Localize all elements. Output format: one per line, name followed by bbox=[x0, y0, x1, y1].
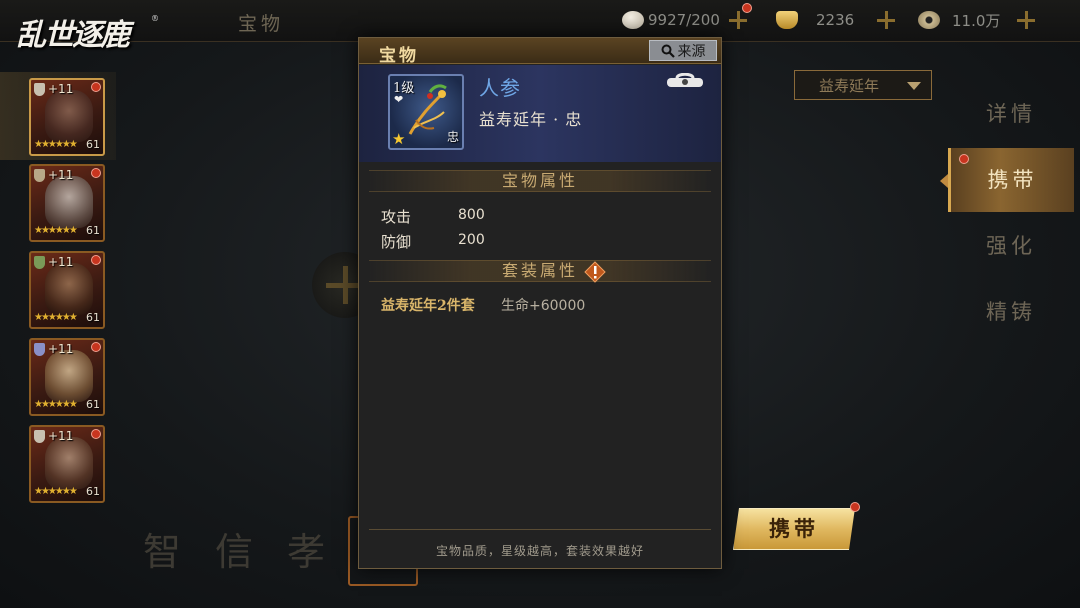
add-stamina-button[interactable] bbox=[728, 10, 748, 30]
source-button-label: 来源 bbox=[677, 43, 706, 60]
notification-dot bbox=[91, 429, 101, 439]
hero-enhance-level: +11 bbox=[48, 429, 74, 443]
hero-portrait bbox=[45, 263, 93, 315]
notification-dot bbox=[91, 82, 101, 92]
hero-enhance-level: +11 bbox=[48, 168, 74, 182]
hero-card[interactable]: +11 ★★★★★★ 61 bbox=[29, 425, 105, 503]
item-name: 人参 bbox=[479, 76, 521, 100]
treasure-attributes-title: 宝物属性 bbox=[369, 170, 711, 192]
screen-title: 宝物 bbox=[238, 13, 285, 35]
attack-value: 800 bbox=[458, 207, 485, 223]
gold-value: 2236 bbox=[816, 11, 855, 29]
lock-toggle-icon[interactable] bbox=[665, 73, 705, 89]
hero-stars: ★★★★★★ bbox=[34, 312, 78, 323]
hero-enhance-level: +11 bbox=[48, 255, 74, 269]
top-bar: 乱世逐鹿 ® 宝物 9927/200 2236 11.0万 bbox=[0, 0, 1080, 53]
resource-stamina: 9927/200 bbox=[622, 3, 752, 31]
sword-icon bbox=[34, 169, 45, 182]
hero-level: 61 bbox=[86, 485, 100, 498]
copper-coin-icon bbox=[918, 11, 940, 29]
hero-card[interactable]: +11 ★★★★★★ 61 bbox=[29, 164, 105, 242]
gold-ingot-icon bbox=[776, 11, 798, 29]
attack-label: 攻击 bbox=[381, 208, 412, 226]
defense-label: 防御 bbox=[381, 233, 412, 251]
shield-icon bbox=[34, 83, 45, 96]
notification-dot bbox=[959, 154, 969, 164]
hero-stars: ★★★★★★ bbox=[34, 399, 78, 410]
hero-portrait bbox=[45, 176, 93, 228]
logo-registered-mark: ® bbox=[151, 14, 159, 23]
hero-card[interactable]: +11 ★★★★★★ 61 bbox=[29, 338, 105, 416]
tab-label: 详情 bbox=[986, 102, 1036, 126]
suit-filter-dropdown[interactable]: 益寿延年 bbox=[794, 70, 932, 100]
source-button[interactable]: 来源 bbox=[649, 40, 717, 61]
search-icon bbox=[661, 44, 675, 58]
hero-portrait bbox=[45, 350, 93, 402]
hero-level: 61 bbox=[86, 311, 100, 324]
hero-portrait bbox=[45, 90, 93, 142]
divider bbox=[369, 529, 711, 530]
resource-coins: 11.0万 bbox=[918, 9, 1036, 31]
tab-label: 强化 bbox=[986, 234, 1036, 258]
notification-dot bbox=[742, 3, 752, 13]
hero-enhance-level: +11 bbox=[48, 82, 74, 96]
warning-icon[interactable] bbox=[584, 261, 606, 283]
star-icon: ★ bbox=[392, 130, 406, 148]
item-loyalty-badge: 忠 bbox=[446, 130, 459, 144]
tab-strengthen[interactable]: 强化 bbox=[948, 214, 1074, 278]
tab-refine[interactable]: 精铸 bbox=[948, 280, 1074, 344]
steamed-bun-icon bbox=[622, 11, 644, 29]
heart-icon: ❤ bbox=[394, 93, 404, 106]
active-tab-arrow-icon bbox=[940, 174, 948, 188]
tab-label: 携带 bbox=[987, 168, 1038, 192]
bow-icon bbox=[34, 343, 45, 356]
tab-details[interactable]: 详情 bbox=[948, 82, 1074, 146]
sword-icon bbox=[34, 256, 45, 269]
treasure-slot-trust[interactable]: 信 bbox=[200, 518, 268, 586]
popup-title: 宝物 bbox=[379, 46, 419, 66]
coins-value: 11.0万 bbox=[952, 11, 1001, 30]
hero-card[interactable]: +11 ★★★★★★ 61 bbox=[29, 251, 105, 329]
item-suit-line: 益寿延年 · 忠 bbox=[479, 110, 583, 129]
add-gold-button[interactable] bbox=[876, 10, 896, 30]
tab-carry[interactable]: 携带 bbox=[948, 148, 1074, 212]
hero-level: 61 bbox=[86, 398, 100, 411]
hero-card[interactable]: +11 ★★★★★★ 61 bbox=[29, 78, 105, 156]
item-info-panel: 1级 ❤ 忠 ★ 人参 益寿延年 · 忠 bbox=[359, 65, 721, 162]
resource-gold: 2236 bbox=[776, 9, 896, 31]
set-bonus-effect: 生命+60000 bbox=[501, 298, 586, 314]
notification-dot bbox=[91, 168, 101, 178]
hero-portrait bbox=[45, 437, 93, 489]
hero-stars: ★★★★★★ bbox=[34, 486, 78, 497]
notification-dot bbox=[91, 255, 101, 265]
treasure-slot-filial[interactable]: 孝 bbox=[272, 518, 340, 586]
notification-dot bbox=[850, 502, 860, 512]
suit-filter-value: 益寿延年 bbox=[819, 76, 880, 95]
chevron-down-icon bbox=[907, 82, 921, 90]
popup-header: 宝物 来源 bbox=[359, 38, 721, 66]
hero-stars: ★★★★★★ bbox=[34, 225, 78, 236]
shield-icon bbox=[34, 430, 45, 443]
hero-enhance-level: +11 bbox=[48, 342, 74, 356]
notification-dot bbox=[91, 342, 101, 352]
add-coins-button[interactable] bbox=[1016, 10, 1036, 30]
hero-stars: ★★★★★★ bbox=[34, 139, 78, 150]
set-attributes-title: 套装属性 bbox=[369, 260, 711, 282]
stamina-value: 9927/200 bbox=[648, 11, 720, 29]
carry-button[interactable]: 携带 bbox=[733, 508, 855, 550]
ginseng-item-icon[interactable]: 1级 ❤ 忠 ★ bbox=[388, 74, 464, 150]
set-bonus-name: 益寿延年2件套 bbox=[381, 298, 475, 314]
defense-value: 200 bbox=[458, 232, 485, 248]
tab-label: 精铸 bbox=[986, 300, 1036, 324]
treasure-detail-popup: 宝物 来源 1级 ❤ 忠 ★ 人参 益寿延年 · 忠 宝物属性 攻击 800 防… bbox=[358, 37, 722, 569]
hero-level: 61 bbox=[86, 138, 100, 151]
popup-tip: 宝物品质，星级越高，套装效果越好 bbox=[435, 544, 644, 558]
hero-level: 61 bbox=[86, 224, 100, 237]
game-logo: 乱世逐鹿 bbox=[16, 18, 130, 53]
treasure-slot-wisdom[interactable]: 智 bbox=[128, 518, 196, 586]
